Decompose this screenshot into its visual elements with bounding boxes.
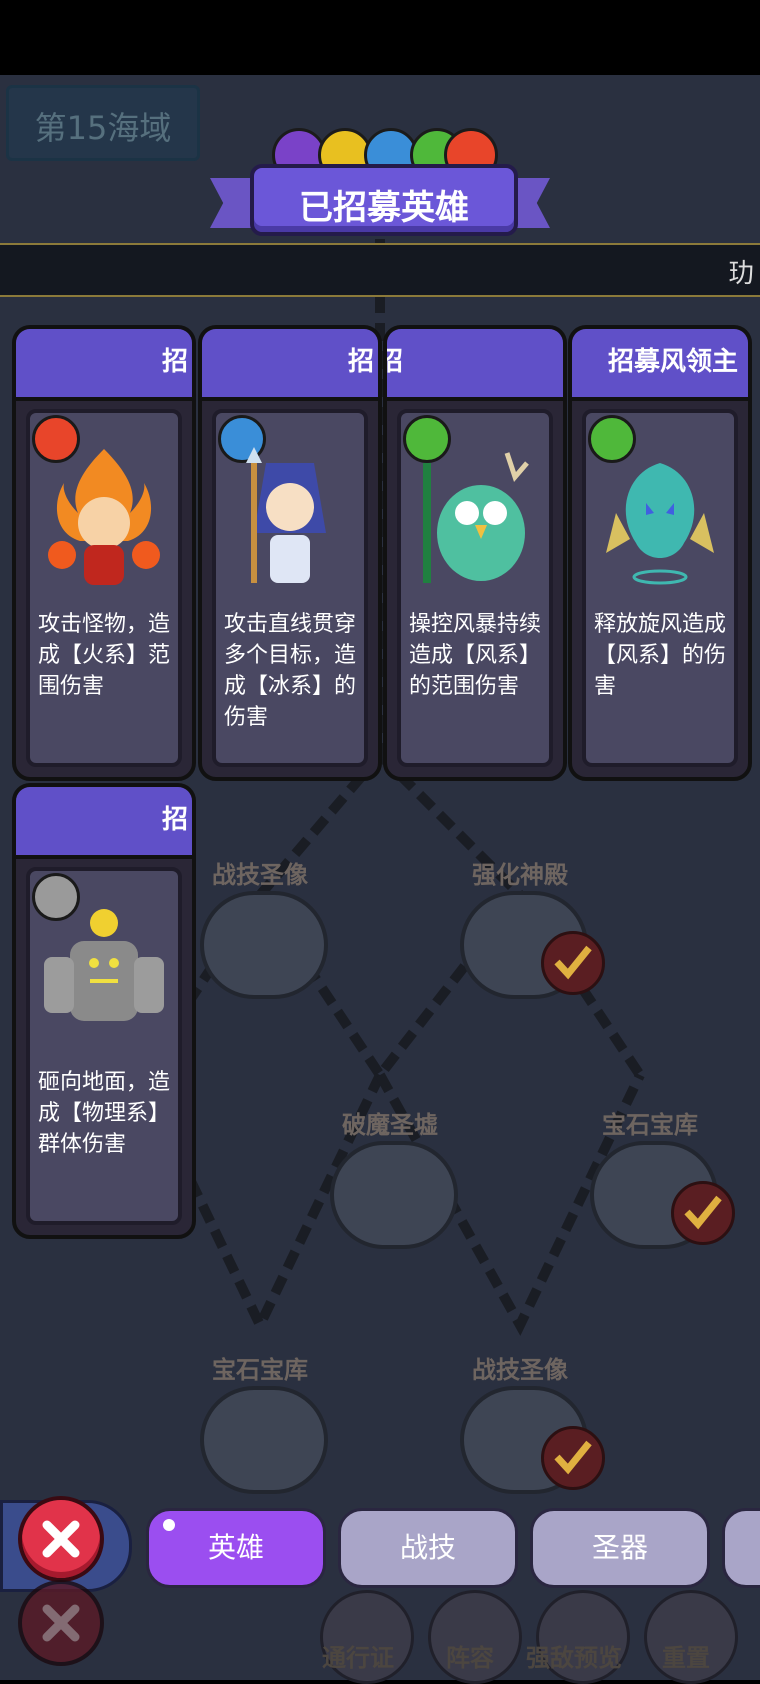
hero-card[interactable]: 招 攻击怪物，造成【火系】范围伤害: [12, 325, 196, 781]
footer-pass-button[interactable]: 通行证: [322, 1638, 394, 1673]
hero-description: 砸向地面，造成【物理系】群体伤害: [38, 1070, 171, 1157]
map-node-label: 战技圣像: [212, 861, 308, 889]
card-body: 释放旋风造成【风系】的伤害: [582, 409, 738, 767]
map-node-label: 强化神殿: [472, 861, 568, 889]
bottom-bar: 通行证 阵容 强敌预览 重置 英雄 战技 圣器: [0, 1490, 760, 1684]
map-node-label: 宝石宝库: [602, 1111, 698, 1139]
tab-label: 战技: [399, 1531, 456, 1564]
footer-preview-button[interactable]: 强敌预览: [526, 1638, 622, 1673]
tab-more[interactable]: [722, 1508, 760, 1588]
card-header-text: 招: [387, 341, 403, 378]
hero-card[interactable]: 招 砸向地面，造成【物理系】群体伤害: [12, 783, 196, 1239]
check-icon: [541, 1426, 605, 1490]
fire-spirit-portrait: [48, 449, 160, 585]
status-bar: [0, 0, 760, 75]
map-node-6[interactable]: 战技圣像: [445, 1350, 605, 1494]
hero-card[interactable]: 招募风领主 释放旋风造成【风系】的伤害: [568, 325, 752, 781]
check-icon: [541, 931, 605, 995]
ruins-icon: [330, 1141, 458, 1249]
hero-description: 释放旋风造成【风系】的伤害: [594, 612, 727, 699]
map-node-5[interactable]: 宝石宝库: [185, 1350, 335, 1494]
card-header-text: 招募风领主: [607, 347, 738, 377]
card-header: 招募风领主: [572, 329, 748, 401]
tab-label: 英雄: [207, 1531, 264, 1564]
card-header: 招: [16, 329, 192, 401]
card-header-text: 招: [161, 805, 188, 835]
page-title: 已招募英雄: [299, 188, 469, 228]
footer-reset-button[interactable]: 重置: [662, 1638, 710, 1673]
map-node-label: 战技圣像: [472, 1356, 568, 1384]
footer-lineup-button[interactable]: 阵容: [446, 1638, 494, 1673]
title-banner: 已招募英雄: [210, 160, 550, 240]
marquee-text: 玏: [727, 259, 754, 289]
map-node-label: 宝石宝库: [212, 1356, 308, 1384]
sea-area-label: 第15海域: [6, 85, 200, 161]
map-node-1[interactable]: 战技圣像: [185, 855, 335, 999]
map-node-4[interactable]: 宝石宝库: [575, 1105, 735, 1249]
tab-heroes[interactable]: 英雄: [146, 1508, 326, 1588]
check-icon: [671, 1181, 735, 1245]
map-node-label: 破魔圣墟: [342, 1111, 438, 1139]
hero-card[interactable]: 招 操控风暴持续造成【风系】的范围伤害: [383, 325, 567, 781]
close-icon: [42, 1520, 80, 1558]
card-body: 砸向地面，造成【物理系】群体伤害: [26, 867, 182, 1225]
close-button[interactable]: [18, 1496, 104, 1582]
hero-card[interactable]: 招 攻击直线贯穿多个目标，造成【冰系】的伤害: [198, 325, 382, 781]
treasure-vault-icon: [200, 1386, 328, 1494]
card-header: 招: [202, 329, 378, 401]
title-box: 已招募英雄: [250, 164, 518, 236]
card-body: 攻击直线贯穿多个目标，造成【冰系】的伤害: [212, 409, 368, 767]
close-icon: [42, 1604, 80, 1642]
hero-description: 攻击直线贯穿多个目标，造成【冰系】的伤害: [224, 612, 357, 730]
hero-description: 操控风暴持续造成【风系】的范围伤害: [409, 612, 542, 699]
tab-indicator-dot: [163, 1519, 175, 1531]
sea-area-text: 第15海域: [34, 109, 172, 147]
close-button-shadow: [18, 1580, 104, 1666]
tab-artifacts[interactable]: 圣器: [530, 1508, 710, 1588]
card-body: 操控风暴持续造成【风系】的范围伤害: [397, 409, 553, 767]
map-node-3[interactable]: 破魔圣墟: [315, 1105, 465, 1249]
marquee-bar: 玏: [0, 243, 760, 297]
hero-description: 攻击怪物，造成【火系】范围伤害: [38, 612, 171, 699]
ice-mage-portrait: [246, 447, 326, 583]
tab-label: 圣器: [591, 1531, 648, 1564]
map-node-2[interactable]: 强化神殿: [445, 855, 605, 999]
card-body: 攻击怪物，造成【火系】范围伤害: [26, 409, 182, 767]
card-header-text: 招: [161, 347, 188, 377]
card-header: 招: [387, 329, 563, 401]
card-header-text: 招: [347, 347, 374, 377]
stone-golem-portrait: [44, 909, 164, 1021]
monument-icon: [200, 891, 328, 999]
tab-skills[interactable]: 战技: [338, 1508, 518, 1588]
owl-druid-portrait: [423, 452, 529, 583]
card-header: 招: [16, 787, 192, 859]
wind-lord-portrait: [606, 463, 714, 585]
